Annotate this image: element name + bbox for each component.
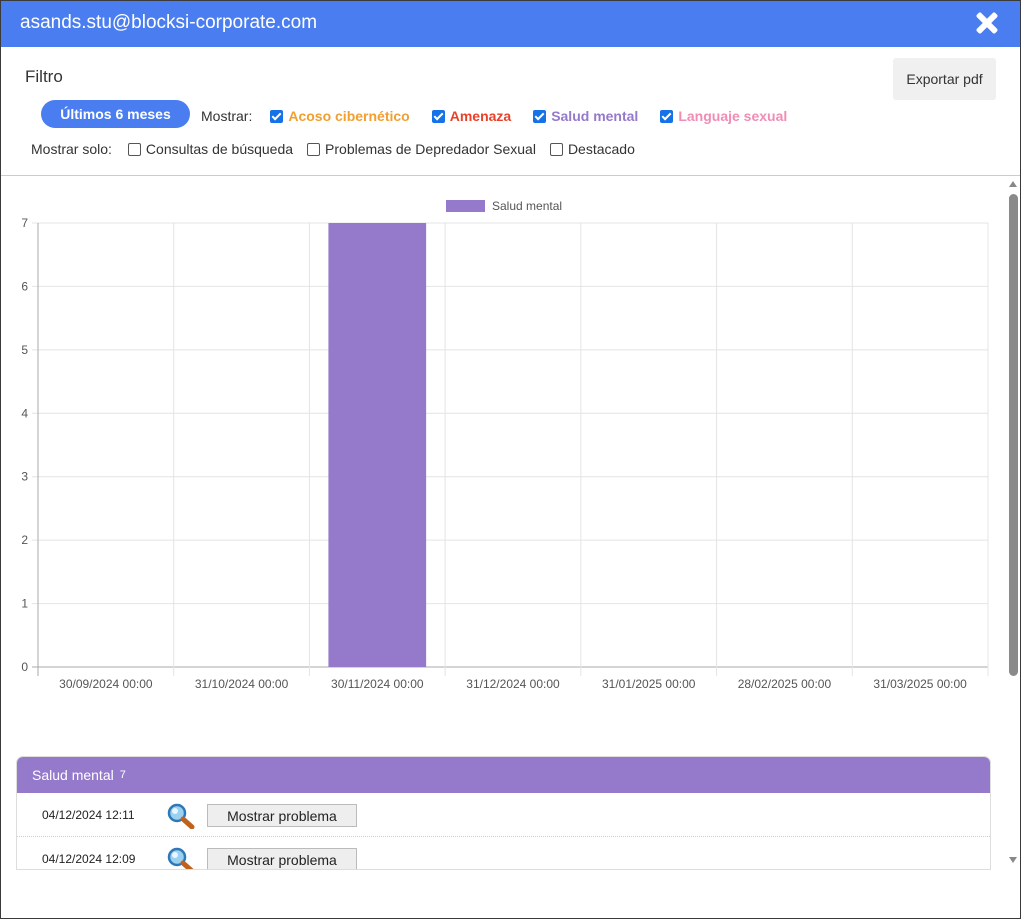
bar-2 [328, 223, 427, 667]
bar-chart: 0 1 2 3 4 5 6 7 30/09/2024 00:00 31/10/2024 00:00… [21, 199, 989, 691]
y-tick-label: 5 [21, 343, 28, 357]
x-tick-label: 31/03/2025 00:00 [873, 677, 967, 691]
show-only-filter-row: Mostrar solo: Consultas de búsqueda Prob… [31, 141, 649, 157]
checkbox-consultas-box[interactable] [127, 142, 141, 156]
checkbox-consultas-label: Consultas de búsqueda [145, 141, 294, 157]
checkbox-acoso-label: Acoso cibernético [288, 108, 410, 124]
scroll-up-icon[interactable] [1009, 181, 1017, 187]
title-bar: asands.stu@blocksi-corporate.com [1, 1, 1020, 47]
y-tick-label: 7 [21, 216, 28, 230]
show-filter-row: Mostrar: Acoso cibernético Amenaza Salud… [201, 108, 809, 124]
y-tick-label: 0 [21, 660, 28, 674]
close-icon[interactable] [974, 10, 1000, 36]
scrollbar[interactable] [1006, 177, 1020, 867]
x-tick-label: 30/11/2024 00:00 [331, 677, 424, 691]
x-tick-label: 31/01/2025 00:00 [602, 677, 696, 691]
divider [1, 175, 1020, 176]
checkbox-depredador-label: Problemas de Depredador Sexual [325, 141, 536, 157]
panel-count: 7 [119, 769, 126, 781]
magnifier-icon[interactable] [167, 803, 195, 829]
checkbox-consultas[interactable]: Consultas de búsqueda [127, 141, 294, 157]
show-label: Mostrar: [201, 108, 253, 124]
checkbox-amenaza-box[interactable] [431, 109, 445, 123]
x-tick-label: 28/02/2025 00:00 [738, 677, 832, 691]
y-tick-label: 6 [21, 279, 28, 293]
panel-header: Salud mental 7 [17, 757, 990, 793]
show-issue-button[interactable]: Mostrar problema [207, 804, 357, 827]
show-issue-button[interactable]: Mostrar problema [207, 848, 357, 869]
window-title: asands.stu@blocksi-corporate.com [20, 12, 318, 33]
scrollbar-thumb[interactable] [1009, 194, 1018, 676]
scroll-down-icon[interactable] [1009, 857, 1017, 863]
x-tick-label: 31/12/2024 00:00 [466, 677, 560, 691]
x-tick-label: 30/09/2024 00:00 [59, 677, 153, 691]
y-tick-label: 1 [21, 597, 28, 611]
export-pdf-button[interactable]: Exportar pdf [893, 58, 996, 100]
magnifier-icon[interactable] [167, 847, 195, 870]
checkbox-salud-mental-label: Salud mental [551, 108, 639, 124]
checkbox-acoso[interactable]: Acoso cibernético [270, 108, 410, 124]
list-item: 04/12/2024 12:11 Mostrar problema [17, 793, 990, 837]
show-only-label: Mostrar solo: [31, 141, 112, 157]
legend-label: Salud mental [492, 199, 562, 213]
list-item: 04/12/2024 12:09 Mostrar problema [17, 837, 990, 870]
y-tick-label: 3 [21, 470, 28, 484]
checkbox-lenguaje-sexual[interactable]: Languaje sexual [660, 108, 787, 124]
checkbox-salud-mental[interactable]: Salud mental [533, 108, 638, 124]
checkbox-destacado-box[interactable] [549, 142, 563, 156]
period-button[interactable]: Últimos 6 meses [41, 100, 190, 128]
y-tick-label: 4 [21, 406, 28, 420]
panel-title: Salud mental [32, 767, 114, 783]
modal-window: asands.stu@blocksi-corporate.com Filtro … [0, 0, 1021, 919]
legend-swatch [446, 200, 485, 212]
checkbox-destacado[interactable]: Destacado [549, 141, 635, 157]
checkbox-salud-mental-box[interactable] [533, 109, 547, 123]
checkbox-lenguaje-sexual-label: Languaje sexual [678, 108, 788, 124]
checkbox-acoso-box[interactable] [270, 109, 284, 123]
checkbox-depredador-box[interactable] [307, 142, 321, 156]
issues-panel: Salud mental 7 04/12/2024 12:11 Mostrar … [16, 756, 991, 870]
checkbox-amenaza-label: Amenaza [449, 108, 512, 124]
issue-date: 04/12/2024 12:11 [42, 808, 135, 822]
checkbox-lenguaje-sexual-box[interactable] [660, 109, 674, 123]
checkbox-destacado-label: Destacado [567, 141, 635, 157]
checkbox-depredador[interactable]: Problemas de Depredador Sexual [307, 141, 536, 157]
x-tick-label: 31/10/2024 00:00 [195, 677, 289, 691]
checkbox-amenaza[interactable]: Amenaza [431, 108, 512, 124]
filter-label: Filtro [25, 67, 63, 86]
y-tick-label: 2 [21, 533, 28, 547]
issue-date: 04/12/2024 12:09 [42, 852, 136, 866]
